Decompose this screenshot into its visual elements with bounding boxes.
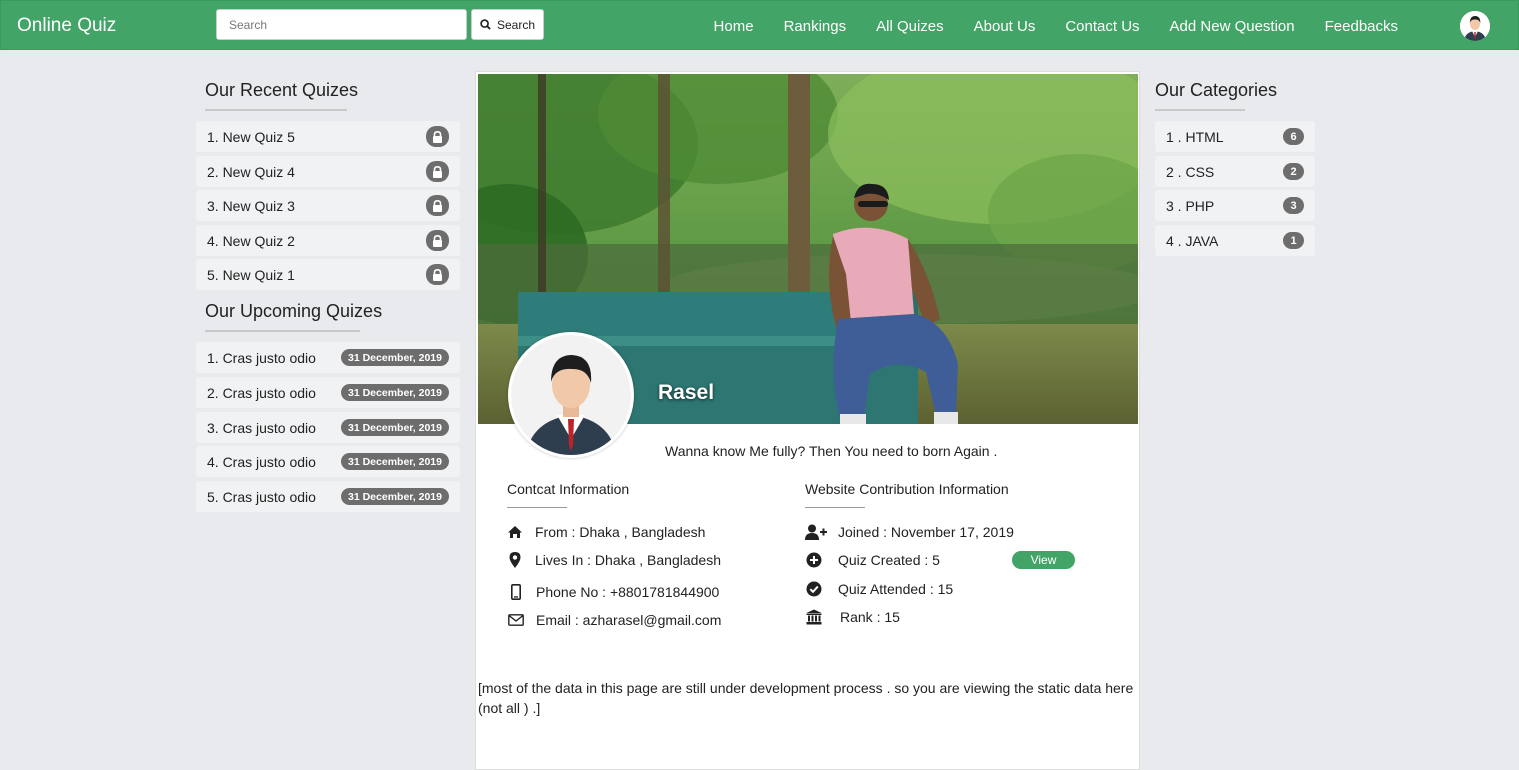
nav-feedbacks[interactable]: Feedbacks	[1325, 18, 1398, 35]
check-circle-icon	[805, 580, 823, 598]
date-badge: 31 December, 2019	[341, 419, 449, 436]
category-item[interactable]: 1 . HTML 6	[1155, 121, 1315, 152]
category-label: 3 . PHP	[1166, 197, 1215, 214]
recent-quiz-item[interactable]: 4. New Quiz 2	[196, 225, 460, 256]
recent-divider	[205, 109, 347, 111]
user-avatar[interactable]	[1460, 11, 1490, 41]
contrib-attended-text: Quiz Attended : 15	[838, 581, 954, 597]
contrib-rank-text: Rank : 15	[840, 609, 900, 625]
home-icon	[506, 523, 524, 541]
contrib-joined: Joined : November 17, 2019	[805, 523, 1014, 541]
nav-home[interactable]: Home	[714, 18, 754, 35]
upcoming-quiz-item[interactable]: 1. Cras justo odio 31 December, 2019	[196, 342, 460, 373]
recent-quiz-label: 3. New Quiz 3	[207, 197, 295, 214]
contact-info-title: Contcat Information	[507, 481, 630, 497]
date-badge: 31 December, 2019	[341, 384, 449, 401]
date-badge: 31 December, 2019	[341, 349, 449, 366]
upcoming-quiz-label: 2. Cras justo odio	[207, 384, 316, 401]
contrib-joined-text: Joined : November 17, 2019	[838, 524, 1014, 540]
contact-email-text: Email : azharasel@gmail.com	[536, 612, 722, 628]
contrib-rank: Rank : 15	[805, 608, 900, 626]
nav-rankings[interactable]: Rankings	[784, 18, 847, 35]
contrib-created-text: Quiz Created : 5	[838, 552, 940, 568]
upcoming-quiz-item[interactable]: 4. Cras justo odio 31 December, 2019	[196, 446, 460, 477]
search-input[interactable]	[216, 9, 467, 40]
user-plus-icon	[805, 523, 827, 541]
recent-quiz-label: 2. New Quiz 4	[207, 163, 295, 180]
contact-from: From : Dhaka , Bangladesh	[506, 523, 705, 541]
contact-email: Email : azharasel@gmail.com	[507, 611, 721, 629]
contact-lives-text: Lives In : Dhaka , Bangladesh	[535, 552, 722, 568]
top-navbar: Online Quiz Search Home Rankings All Qui…	[0, 0, 1519, 50]
mobile-phone-icon	[507, 583, 525, 601]
plus-circle-icon	[805, 551, 823, 569]
contrib-created: Quiz Created : 5	[805, 551, 940, 569]
envelope-icon	[507, 611, 525, 629]
date-badge: 31 December, 2019	[341, 488, 449, 505]
count-badge: 3	[1283, 197, 1304, 214]
date-badge: 31 December, 2019	[341, 453, 449, 470]
category-label: 2 . CSS	[1166, 163, 1215, 180]
recent-quizes-title: Our Recent Quizes	[205, 80, 359, 100]
lock-icon	[426, 264, 449, 285]
profile-name: Rasel	[658, 381, 715, 404]
brand-logo[interactable]: Online Quiz	[17, 15, 116, 37]
contact-phone: Phone No : +8801781844900	[507, 583, 719, 601]
nav-links: Home Rankings All Quizes About Us Contac…	[684, 1, 1398, 51]
view-quizzes-button[interactable]: View	[1012, 551, 1075, 569]
upcoming-quiz-label: 4. Cras justo odio	[207, 453, 316, 470]
count-badge: 1	[1283, 232, 1304, 249]
search-button[interactable]: Search	[471, 9, 544, 40]
categories-divider	[1155, 109, 1245, 111]
map-marker-icon	[506, 551, 524, 569]
lock-icon	[426, 230, 449, 251]
upcoming-quiz-item[interactable]: 5. Cras justo odio 31 December, 2019	[196, 481, 460, 512]
upcoming-quizes-title: Our Upcoming Quizes	[205, 301, 383, 321]
search-icon	[480, 19, 491, 30]
bank-icon	[805, 608, 823, 626]
recent-quiz-label: 4. New Quiz 2	[207, 232, 295, 249]
nav-all-quizes[interactable]: All Quizes	[876, 18, 944, 35]
category-label: 1 . HTML	[1166, 128, 1224, 145]
development-note: [most of the data in this page are still…	[478, 680, 1134, 716]
upcoming-quiz-item[interactable]: 2. Cras justo odio 31 December, 2019	[196, 377, 460, 408]
category-item[interactable]: 3 . PHP 3	[1155, 190, 1315, 221]
contribution-info-divider	[805, 507, 865, 508]
contribution-info-title: Website Contribution Information	[805, 481, 1009, 497]
contrib-attended: Quiz Attended : 15	[805, 580, 953, 598]
upcoming-quiz-label: 1. Cras justo odio	[207, 349, 316, 366]
contact-info-divider	[507, 507, 567, 508]
nav-add-new-question[interactable]: Add New Question	[1170, 18, 1295, 35]
contact-from-text: From : Dhaka , Bangladesh	[535, 524, 706, 540]
lock-icon	[426, 195, 449, 216]
recent-quiz-label: 1. New Quiz 5	[207, 128, 295, 145]
profile-bio: Wanna know Me fully? Then You need to bo…	[665, 443, 998, 459]
category-item[interactable]: 2 . CSS 2	[1155, 156, 1315, 187]
lock-icon	[426, 126, 449, 147]
recent-quiz-item[interactable]: 1. New Quiz 5	[196, 121, 460, 152]
upcoming-quiz-label: 3. Cras justo odio	[207, 419, 316, 436]
recent-quiz-label: 5. New Quiz 1	[207, 266, 295, 283]
lock-icon	[426, 161, 449, 182]
nav-about-us[interactable]: About Us	[974, 18, 1036, 35]
upcoming-divider	[205, 330, 360, 332]
category-label: 4 . JAVA	[1166, 232, 1219, 249]
recent-quiz-item[interactable]: 5. New Quiz 1	[196, 259, 460, 290]
categories-title: Our Categories	[1155, 80, 1278, 100]
search-button-label: Search	[496, 17, 536, 32]
recent-quiz-item[interactable]: 3. New Quiz 3	[196, 190, 460, 221]
nav-contact-us[interactable]: Contact Us	[1065, 18, 1139, 35]
upcoming-quiz-item[interactable]: 3. Cras justo odio 31 December, 2019	[196, 412, 460, 443]
upcoming-quiz-label: 5. Cras justo odio	[207, 488, 316, 505]
profile-picture	[508, 332, 634, 458]
contact-lives: Lives In : Dhaka , Bangladesh	[506, 551, 721, 569]
category-item[interactable]: 4 . JAVA 1	[1155, 225, 1315, 256]
recent-quiz-item[interactable]: 2. New Quiz 4	[196, 156, 460, 187]
contact-phone-text: Phone No : +8801781844900	[536, 584, 720, 600]
count-badge: 2	[1283, 163, 1304, 180]
count-badge: 6	[1283, 128, 1304, 145]
